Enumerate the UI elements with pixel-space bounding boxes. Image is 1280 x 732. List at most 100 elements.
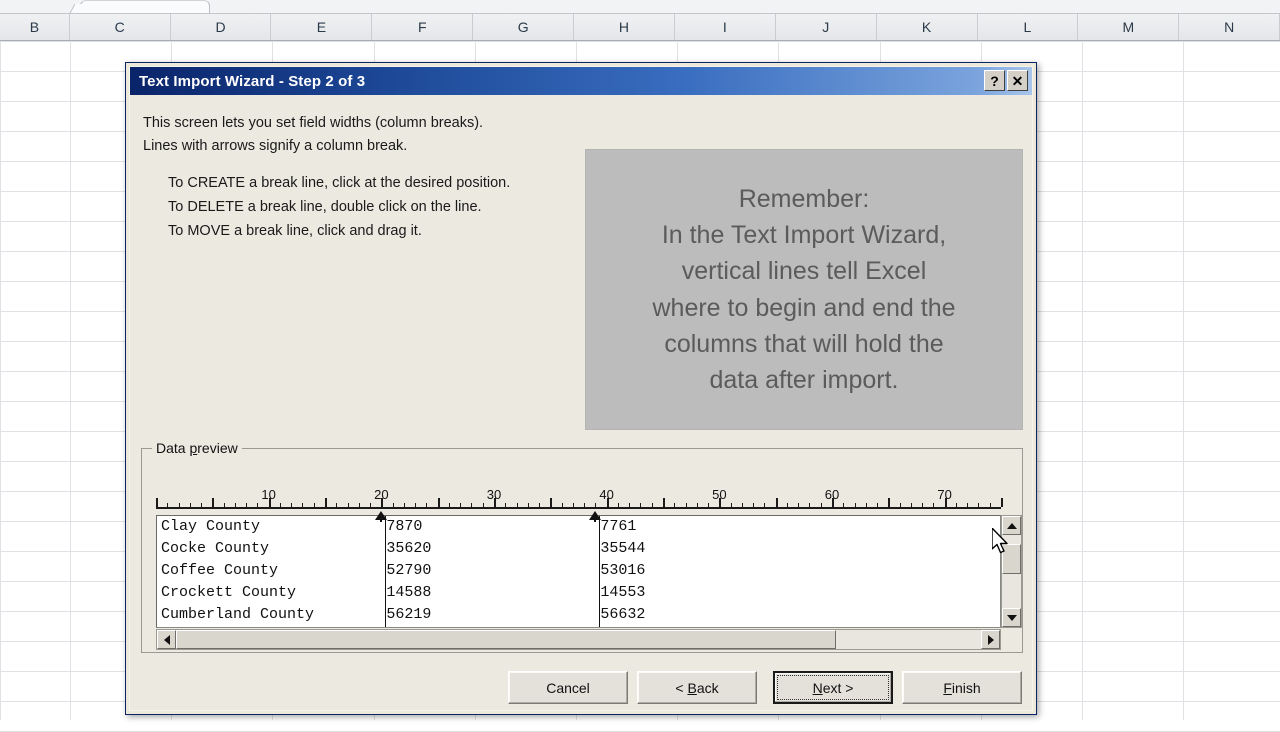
column-header-b[interactable]: B	[0, 14, 70, 40]
preview-pane[interactable]: Clay County78707761Cocke County356203554…	[156, 515, 1001, 628]
sheet-tab[interactable]	[80, 0, 210, 13]
ruler-minor-tick	[190, 503, 191, 507]
preview-row: Crockett County1458814553	[161, 584, 1001, 606]
chevron-right-icon	[988, 635, 994, 645]
ruler-minor-tick	[573, 503, 574, 507]
preview-ruler[interactable]: 10203040506070	[156, 487, 1001, 513]
horizontal-scroll-thumb[interactable]	[176, 630, 836, 649]
ruler-minor-tick	[652, 503, 653, 507]
ruler-minor-tick	[967, 503, 968, 507]
ruler-minor-tick	[866, 503, 867, 507]
ruler-minor-tick	[460, 503, 461, 507]
column-header-i[interactable]: I	[675, 14, 776, 40]
preview-cell-value-2: 53016	[600, 562, 645, 579]
preview-cell-value-1: 7870	[386, 518, 422, 535]
column-header-label: H	[619, 19, 629, 35]
ruler-minor-tick	[224, 503, 225, 507]
chevron-down-icon	[1007, 615, 1017, 621]
ruler-label-10: 10	[261, 487, 275, 502]
remember-line-4: where to begin and end the	[652, 290, 955, 326]
finish-button[interactable]: Finish	[902, 671, 1022, 704]
ruler-minor-tick	[314, 503, 315, 507]
scroll-right-button[interactable]	[981, 630, 1000, 649]
vertical-scroll-thumb[interactable]	[1002, 544, 1021, 574]
instruction-line-5: To MOVE a break line, click and drag it.	[168, 223, 422, 239]
next-button[interactable]: Next >	[773, 671, 893, 704]
column-header-n[interactable]: N	[1179, 14, 1280, 40]
grid-column-line	[1082, 41, 1083, 720]
ruler-minor-tick	[235, 503, 236, 507]
ruler-baseline	[156, 507, 1001, 509]
preview-cell-value-2: 7761	[600, 518, 636, 535]
ruler-minor-tick	[843, 503, 844, 507]
remember-line-1: Remember:	[739, 181, 870, 217]
cancel-button[interactable]: Cancel	[508, 671, 628, 704]
ruler-minor-tick	[731, 503, 732, 507]
ruler-label-60: 60	[825, 487, 839, 502]
scroll-up-button[interactable]	[1002, 516, 1021, 535]
preview-cell-value-2: 14553	[600, 584, 645, 601]
instruction-line-3: To CREATE a break line, click at the des…	[168, 175, 510, 191]
preview-vertical-scrollbar[interactable]	[1001, 515, 1022, 628]
ruler-minor-tick	[201, 503, 202, 507]
column-header-h[interactable]: H	[574, 14, 675, 40]
preview-cell-value-1: 52790	[386, 562, 431, 579]
ruler-minor-tick	[753, 503, 754, 507]
column-header-d[interactable]: D	[171, 14, 272, 40]
column-header-l[interactable]: L	[978, 14, 1079, 40]
ruler-minor-tick	[764, 503, 765, 507]
help-icon[interactable]: ?	[984, 70, 1005, 91]
ruler-major-tick	[663, 498, 665, 507]
ruler-minor-tick	[505, 503, 506, 507]
column-header-c[interactable]: C	[70, 14, 171, 40]
column-header-k[interactable]: K	[877, 14, 978, 40]
dialog-titlebar[interactable]: Text Import Wizard - Step 2 of 3 ? ✕	[130, 67, 1032, 95]
cancel-button-label: Cancel	[546, 680, 590, 696]
ruler-minor-tick	[674, 503, 675, 507]
ruler-minor-tick	[708, 503, 709, 507]
column-header-j[interactable]: J	[776, 14, 877, 40]
back-button[interactable]: < Back	[637, 671, 757, 704]
ruler-minor-tick	[809, 503, 810, 507]
ruler-major-tick	[1001, 498, 1003, 507]
column-header-label: F	[418, 19, 427, 35]
column-header-label: J	[822, 19, 829, 35]
column-break-stem-1	[380, 517, 382, 522]
column-break-line-1[interactable]	[385, 516, 386, 628]
preview-cell-county: Coffee County	[161, 562, 278, 579]
remember-line-5: columns that will hold the	[664, 326, 943, 362]
remember-line-6: data after import.	[710, 362, 899, 398]
preview-row: Cumberland County5621956632	[161, 606, 1001, 628]
ruler-minor-tick	[686, 503, 687, 507]
data-preview-group: Data preview 10203040506070 Clay County7…	[141, 448, 1023, 653]
ruler-major-tick	[550, 498, 552, 507]
ruler-minor-tick	[978, 503, 979, 507]
ruler-minor-tick	[618, 503, 619, 507]
column-break-stem-2	[594, 517, 596, 522]
ruler-major-tick	[438, 498, 440, 507]
sheet-tab-strip	[0, 0, 1280, 14]
remember-callout-text: Remember:In the Text Import Wizard,verti…	[585, 149, 1023, 430]
column-header-m[interactable]: M	[1078, 14, 1179, 40]
column-header-e[interactable]: E	[271, 14, 372, 40]
ruler-minor-tick	[517, 503, 518, 507]
scroll-down-button[interactable]	[1002, 608, 1021, 627]
grid-row-line	[0, 41, 1280, 42]
focus-ring	[777, 675, 889, 700]
scroll-left-button[interactable]	[157, 630, 176, 649]
ruler-minor-tick	[393, 503, 394, 507]
ruler-label-50: 50	[712, 487, 726, 502]
ruler-minor-tick	[302, 503, 303, 507]
ruler-minor-tick	[629, 503, 630, 507]
ruler-minor-tick	[291, 503, 292, 507]
ruler-minor-tick	[359, 503, 360, 507]
preview-cell-value-1: 56219	[386, 606, 431, 623]
ruler-minor-tick	[528, 503, 529, 507]
ruler-label-30: 30	[487, 487, 501, 502]
preview-horizontal-scrollbar[interactable]	[156, 629, 1001, 650]
column-header-g[interactable]: G	[473, 14, 574, 40]
ruler-minor-tick	[415, 503, 416, 507]
column-break-line-2[interactable]	[599, 516, 600, 628]
close-icon[interactable]: ✕	[1007, 70, 1028, 91]
column-header-f[interactable]: F	[372, 14, 473, 40]
